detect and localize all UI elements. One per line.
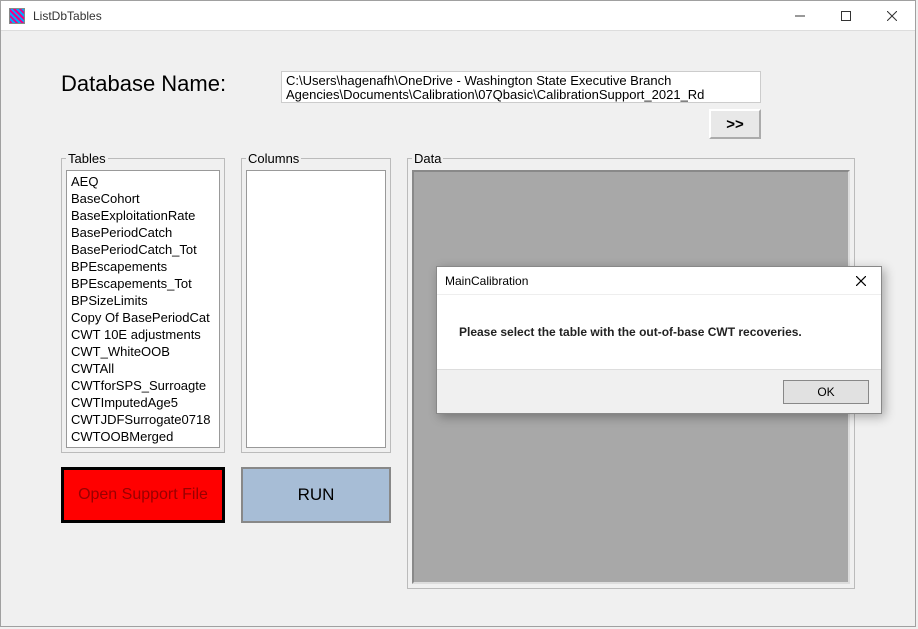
minimize-button[interactable]: [777, 1, 823, 31]
tables-fieldset: Tables AEQ BaseCohort BaseExploitationRa…: [61, 151, 225, 453]
table-row[interactable]: AEQ: [69, 173, 217, 190]
database-name-label: Database Name:: [61, 71, 281, 97]
table-row[interactable]: Copy Of BasePeriodCat: [69, 309, 217, 326]
columns-legend: Columns: [246, 151, 301, 166]
maximize-icon: [841, 11, 851, 21]
table-row[interactable]: BasePeriodCatch: [69, 224, 217, 241]
minimize-icon: [795, 11, 805, 21]
table-row[interactable]: BPEscapements: [69, 258, 217, 275]
columns-fieldset: Columns: [241, 151, 391, 453]
data-legend: Data: [412, 151, 443, 166]
table-row[interactable]: CWTOOBMerged: [69, 428, 217, 445]
expand-button[interactable]: >>: [709, 109, 761, 139]
table-row[interactable]: CWTImputedAge5: [69, 394, 217, 411]
ok-button[interactable]: OK: [783, 380, 869, 404]
message-dialog: MainCalibration Please select the table …: [436, 266, 882, 414]
table-row[interactable]: CWTforSPS_Surroagte: [69, 377, 217, 394]
table-row[interactable]: BasePeriodCatch_Tot: [69, 241, 217, 258]
table-row[interactable]: CWTAll: [69, 360, 217, 377]
table-row[interactable]: CWTJDFSurrogate0718: [69, 411, 217, 428]
close-icon: [856, 276, 866, 286]
maximize-button[interactable]: [823, 1, 869, 31]
close-button[interactable]: [869, 1, 915, 31]
dialog-titlebar: MainCalibration: [437, 267, 881, 295]
table-row[interactable]: CWT 10E adjustments: [69, 326, 217, 343]
tables-listbox[interactable]: AEQ BaseCohort BaseExploitationRate Base…: [66, 170, 220, 448]
table-row[interactable]: BPSizeLimits: [69, 292, 217, 309]
dialog-close-button[interactable]: [849, 269, 873, 293]
table-row[interactable]: BaseCohort: [69, 190, 217, 207]
columns-column: Columns RUN: [241, 151, 391, 523]
database-path-field[interactable]: C:\Users\hagenafh\OneDrive - Washington …: [281, 71, 761, 103]
tables-column: Tables AEQ BaseCohort BaseExploitationRa…: [61, 151, 225, 523]
dialog-title: MainCalibration: [445, 274, 528, 288]
expand-row: >>: [709, 109, 855, 139]
titlebar: ListDbTables: [1, 1, 915, 31]
below-tables: Open Support File: [61, 467, 225, 523]
columns-listbox[interactable]: [246, 170, 386, 448]
window-title: ListDbTables: [33, 9, 777, 23]
app-icon: [9, 8, 25, 24]
table-row[interactable]: CWT_WhiteOOB: [69, 343, 217, 360]
table-row[interactable]: BaseExploitationRate: [69, 207, 217, 224]
table-row[interactable]: BPEscapements_Tot: [69, 275, 217, 292]
close-icon: [887, 11, 897, 21]
dialog-button-row: OK: [437, 369, 881, 413]
run-button[interactable]: RUN: [241, 467, 391, 523]
database-row: Database Name: C:\Users\hagenafh\OneDriv…: [61, 71, 855, 103]
tables-legend: Tables: [66, 151, 108, 166]
dialog-message: Please select the table with the out-of-…: [437, 295, 881, 369]
below-columns: RUN: [241, 467, 391, 523]
open-support-file-button[interactable]: Open Support File: [61, 467, 225, 523]
window-buttons: [777, 1, 915, 31]
table-row[interactable]: EncounterRateAdjustme: [69, 445, 217, 448]
